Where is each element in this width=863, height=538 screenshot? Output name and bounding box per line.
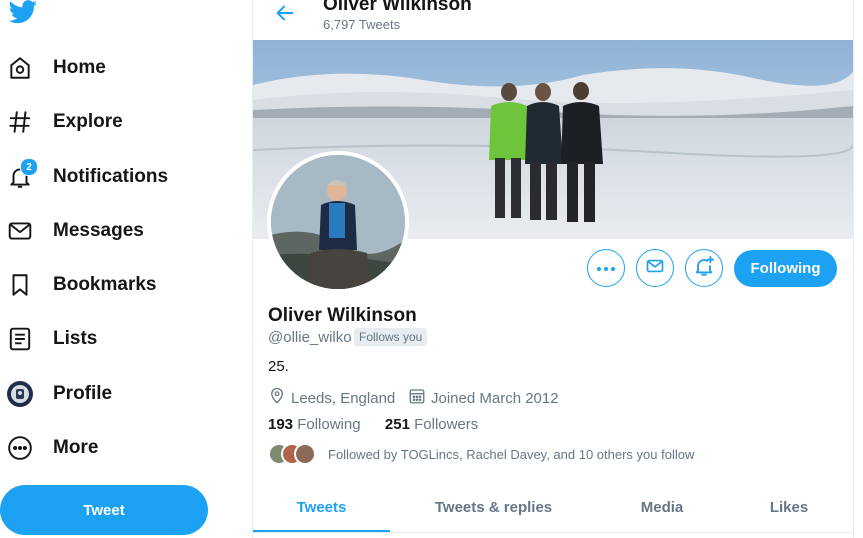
followed-by-row[interactable]: Followed by TOGLincs, Rachel Davey, and … <box>268 443 694 465</box>
tab-likes[interactable]: Likes <box>727 484 851 530</box>
followers-link[interactable]: 251 Followers <box>385 416 478 433</box>
nav-explore-label: Explore <box>53 111 123 132</box>
nav-explore[interactable]: Explore <box>0 100 123 144</box>
hashtag-icon <box>0 108 40 136</box>
calendar-icon <box>408 387 431 409</box>
more-options-button[interactable] <box>587 249 625 287</box>
message-button[interactable] <box>636 249 674 287</box>
tab-media[interactable]: Media <box>597 484 727 530</box>
list-icon <box>0 325 40 353</box>
mutual-avatar <box>294 443 316 465</box>
tab-tweets[interactable]: Tweets <box>253 484 390 532</box>
left-sidebar: Home Explore 2 Notifications Messages Bo… <box>0 0 253 538</box>
nav-lists-label: Lists <box>53 328 98 349</box>
nav-lists[interactable]: Lists <box>0 317 97 361</box>
more-circle-icon <box>0 434 40 462</box>
nav-notifications-label: Notifications <box>53 166 169 187</box>
nav-home[interactable]: Home <box>0 46 106 90</box>
tweet-button[interactable]: Tweet <box>0 485 208 535</box>
display-name: Oliver Wilkinson <box>268 305 417 326</box>
profile-tabs: Tweets Tweets & replies Media Likes <box>253 484 853 533</box>
nav-notifications[interactable]: 2 Notifications <box>0 155 168 199</box>
nav-messages[interactable]: Messages <box>0 209 144 253</box>
back-arrow-icon[interactable] <box>274 2 296 24</box>
following-link[interactable]: 193 Following <box>268 416 361 433</box>
follows-you-badge: Follows you <box>354 328 428 346</box>
bookmark-icon <box>0 271 40 299</box>
envelope-icon <box>645 256 665 281</box>
following-button[interactable]: Following <box>734 250 837 287</box>
nav-profile[interactable]: Profile <box>0 372 112 416</box>
following-label: Following <box>297 416 361 433</box>
joined-text: Joined March 2012 <box>431 389 559 407</box>
following-count: 193 <box>268 416 294 433</box>
user-handle: @ollie_wilko <box>268 329 352 346</box>
profile-header: Oliver Wilkinson 6,797 Tweets <box>253 0 853 40</box>
nav-messages-label: Messages <box>53 220 144 241</box>
followers-count: 251 <box>384 416 410 433</box>
nav-more-label: More <box>53 437 99 458</box>
tab-tweets-replies[interactable]: Tweets & replies <box>390 484 597 530</box>
followers-label: Followers <box>414 416 479 433</box>
nav-profile-label: Profile <box>53 383 113 404</box>
profile-bio: 25. <box>268 358 289 375</box>
nav-more[interactable]: More <box>0 426 98 470</box>
bell-plus-icon <box>693 255 715 282</box>
location-text: Leeds, England <box>291 389 396 407</box>
nav-bookmarks-label: Bookmarks <box>53 274 157 295</box>
twitter-bird-icon[interactable] <box>8 0 40 24</box>
home-icon <box>0 54 40 82</box>
followed-by-text: Followed by TOGLincs, Rachel Davey, and … <box>328 446 695 462</box>
location-row: Leeds, England <box>268 387 395 409</box>
profile-avatar[interactable] <box>267 151 409 293</box>
header-name: Oliver Wilkinson <box>323 0 472 15</box>
nav-bookmarks[interactable]: Bookmarks <box>0 263 157 307</box>
bell-icon: 2 <box>0 158 40 191</box>
nav-home-label: Home <box>53 57 106 78</box>
profile-column: Oliver Wilkinson 6,797 Tweets Following … <box>252 0 854 538</box>
joined-row: Joined March 2012 <box>408 387 559 409</box>
notification-badge: 2 <box>20 158 38 176</box>
follow-stats: 193 Following 251 Followers <box>268 416 478 433</box>
notify-button[interactable] <box>685 249 723 287</box>
envelope-icon <box>0 217 40 245</box>
location-pin-icon <box>268 387 291 409</box>
tweet-count: 6,797 Tweets <box>323 17 401 32</box>
more-dots-icon <box>596 259 616 277</box>
avatar-icon <box>0 380 40 408</box>
